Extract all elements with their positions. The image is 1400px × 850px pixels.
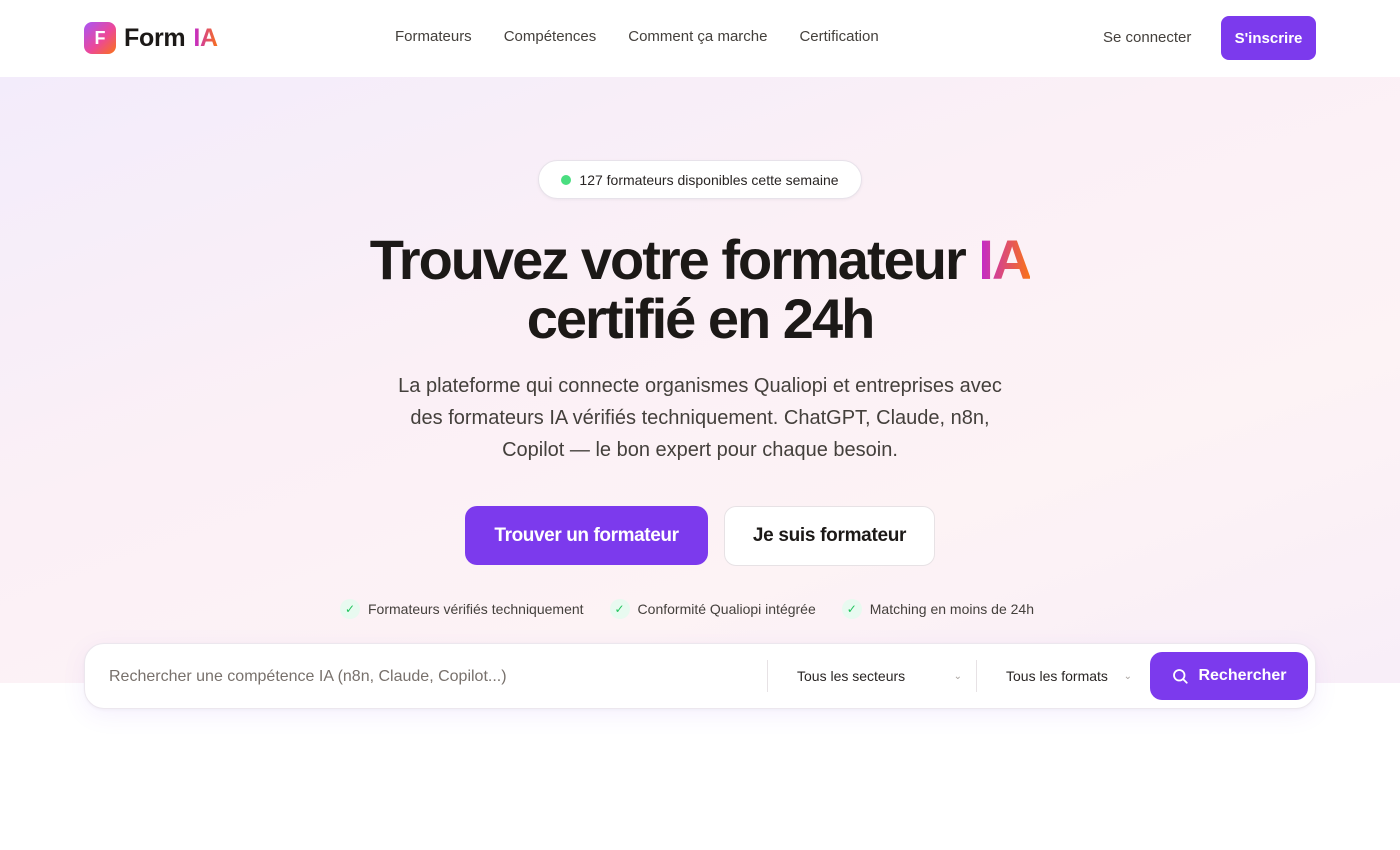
sector-select[interactable]: Tous les secteurs ⌄ [797, 664, 962, 688]
logo-accent-text: IA [193, 23, 218, 52]
logo-text: Form [124, 23, 186, 52]
check-icon: ✓ [841, 599, 862, 619]
green-status-dot-icon [561, 174, 572, 185]
nav-link-competences[interactable]: Compétences [504, 28, 597, 48]
format-select[interactable]: Tous les formats ⌄ [1006, 664, 1132, 688]
chevron-down-icon: ⌄ [953, 670, 962, 682]
search-bar: Tous les secteurs ⌄ Tous les formats ⌄ R… [84, 643, 1316, 709]
nav-link-formateurs[interactable]: Formateurs [395, 28, 472, 48]
feature-item: ✓ Formateurs vérifiés techniquement [340, 599, 584, 619]
headline-part2: certifié en 24h [526, 287, 876, 350]
i-am-trainer-button[interactable]: Je suis formateur [724, 506, 935, 566]
check-icon: ✓ [340, 599, 360, 619]
feature-label: Matching en moins de 24h [869, 601, 1034, 617]
signup-button[interactable]: S'inscrire [1221, 16, 1316, 60]
page-title: Trouvez votre formateur IA certifié en 2… [300, 230, 1100, 348]
headline-part1: Trouvez votre formateur [369, 228, 979, 291]
logo[interactable]: F Form IA [84, 22, 218, 54]
nav-link-certification[interactable]: Certification [799, 28, 878, 48]
search-icon [1173, 669, 1189, 684]
search-input[interactable] [109, 662, 749, 692]
divider [767, 660, 768, 692]
feature-list: ✓ Formateurs vérifiés techniquement ✓ Co… [340, 598, 1034, 620]
find-trainer-button[interactable]: Trouver un formateur [465, 506, 708, 565]
check-icon: ✓ [609, 599, 630, 619]
site-header: F Form IA Formateurs Compétences Comment… [0, 0, 1400, 77]
search-button-label: Rechercher [1198, 667, 1287, 684]
feature-item: ✓ Matching en moins de 24h [841, 599, 1034, 619]
chevron-down-icon: ⌄ [1123, 670, 1132, 682]
headline-accent: IA [978, 228, 1032, 291]
main-nav: Formateurs Compétences Comment ça marche… [395, 28, 879, 48]
hero-subtitle: La plateforme qui connecte organismes Qu… [398, 375, 1002, 461]
feature-item: ✓ Conformité Qualiopi intégrée [609, 599, 816, 619]
availability-text: 127 formateurs disponibles cette semaine [579, 171, 839, 188]
search-button[interactable]: Rechercher [1150, 652, 1308, 700]
feature-label: Conformité Qualiopi intégrée [637, 601, 816, 617]
availability-badge: 127 formateurs disponibles cette semaine [538, 160, 862, 199]
format-select-value: Tous les formats [1006, 668, 1108, 684]
login-link[interactable]: Se connecter [1103, 29, 1191, 46]
logo-mark-icon: F [84, 22, 116, 54]
feature-label: Formateurs vérifiés techniquement [368, 601, 584, 617]
nav-link-comment-ca-marche[interactable]: Comment ça marche [628, 28, 767, 48]
sector-select-value: Tous les secteurs [797, 668, 906, 684]
divider [976, 660, 977, 692]
